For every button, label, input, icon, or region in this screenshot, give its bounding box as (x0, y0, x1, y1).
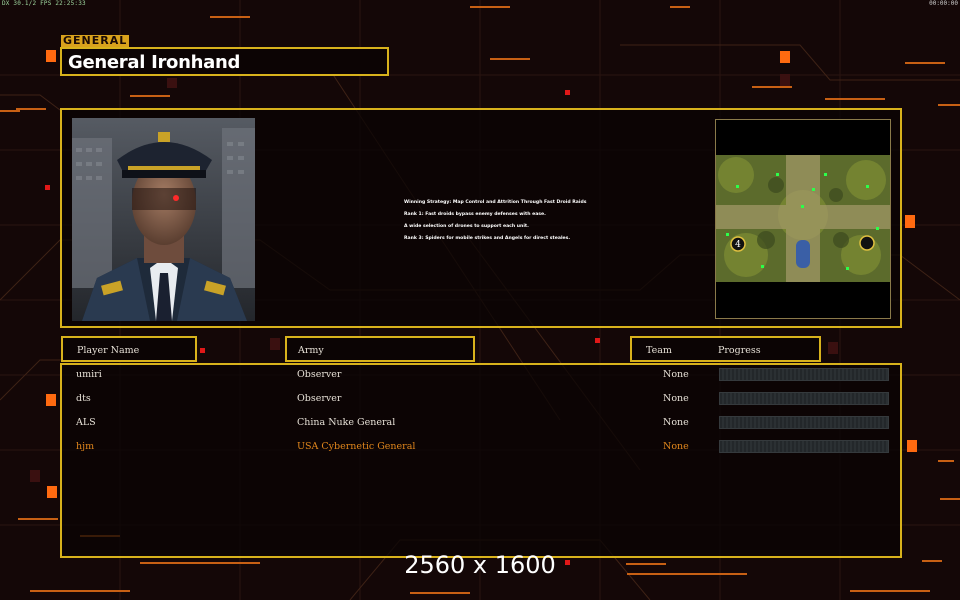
player-name: umiri (76, 369, 102, 380)
player-team: None (663, 441, 689, 452)
column-header-team-progress[interactable]: Team Progress (630, 336, 821, 362)
player-army: Observer (297, 393, 342, 404)
player-army: USA Cybernetic General (297, 441, 416, 452)
player-army: Observer (297, 369, 342, 380)
strategy-line: Rank 3: Spiders for mobile strikes and A… (404, 236, 571, 241)
column-header-label: Army (298, 345, 324, 356)
start-marker-label: 4 (735, 240, 741, 250)
strategy-text: Winning Strategy: Map Control and Attrit… (404, 197, 587, 245)
column-header-label: Progress (718, 345, 761, 356)
player-row[interactable]: ALS China Nuke General None (0, 415, 960, 431)
column-header-army[interactable]: Army (285, 336, 475, 362)
player-team: None (663, 393, 689, 404)
player-team: None (663, 417, 689, 428)
strategy-line: A wide selection of drones to support ea… (404, 224, 529, 229)
player-name: hjm (76, 441, 95, 452)
general-title-box: General Ironhand (60, 47, 389, 76)
column-header-label: Player Name (77, 345, 140, 356)
resolution-label: 2560 x 1600 (404, 551, 556, 579)
player-name: dts (76, 393, 91, 404)
load-progress-bar (719, 416, 889, 429)
general-portrait (72, 118, 255, 321)
strategy-line: Rank 1: Fast droids bypass enemy defense… (404, 212, 546, 217)
column-header-label: Team (646, 345, 672, 356)
fps-readout: DX 30.1/2 FPS 22:25:33 (2, 0, 86, 7)
load-progress-bar (719, 440, 889, 453)
load-progress-bar (719, 392, 889, 405)
player-army: China Nuke General (297, 417, 396, 428)
player-row[interactable]: umiri Observer None (0, 367, 960, 383)
strategy-line: Winning Strategy: Map Control and Attrit… (404, 200, 587, 205)
player-row[interactable]: dts Observer None (0, 391, 960, 407)
clock-readout: 00:00:00 (929, 0, 958, 7)
section-label: GENERAL (61, 34, 130, 47)
column-header-player-name[interactable]: Player Name (61, 336, 197, 362)
player-name: ALS (76, 417, 96, 428)
general-name: General Ironhand (68, 52, 241, 73)
player-row[interactable]: hjm USA Cybernetic General None (0, 439, 960, 455)
player-team: None (663, 369, 689, 380)
load-progress-bar (719, 368, 889, 381)
minimap: 4 (716, 155, 890, 282)
